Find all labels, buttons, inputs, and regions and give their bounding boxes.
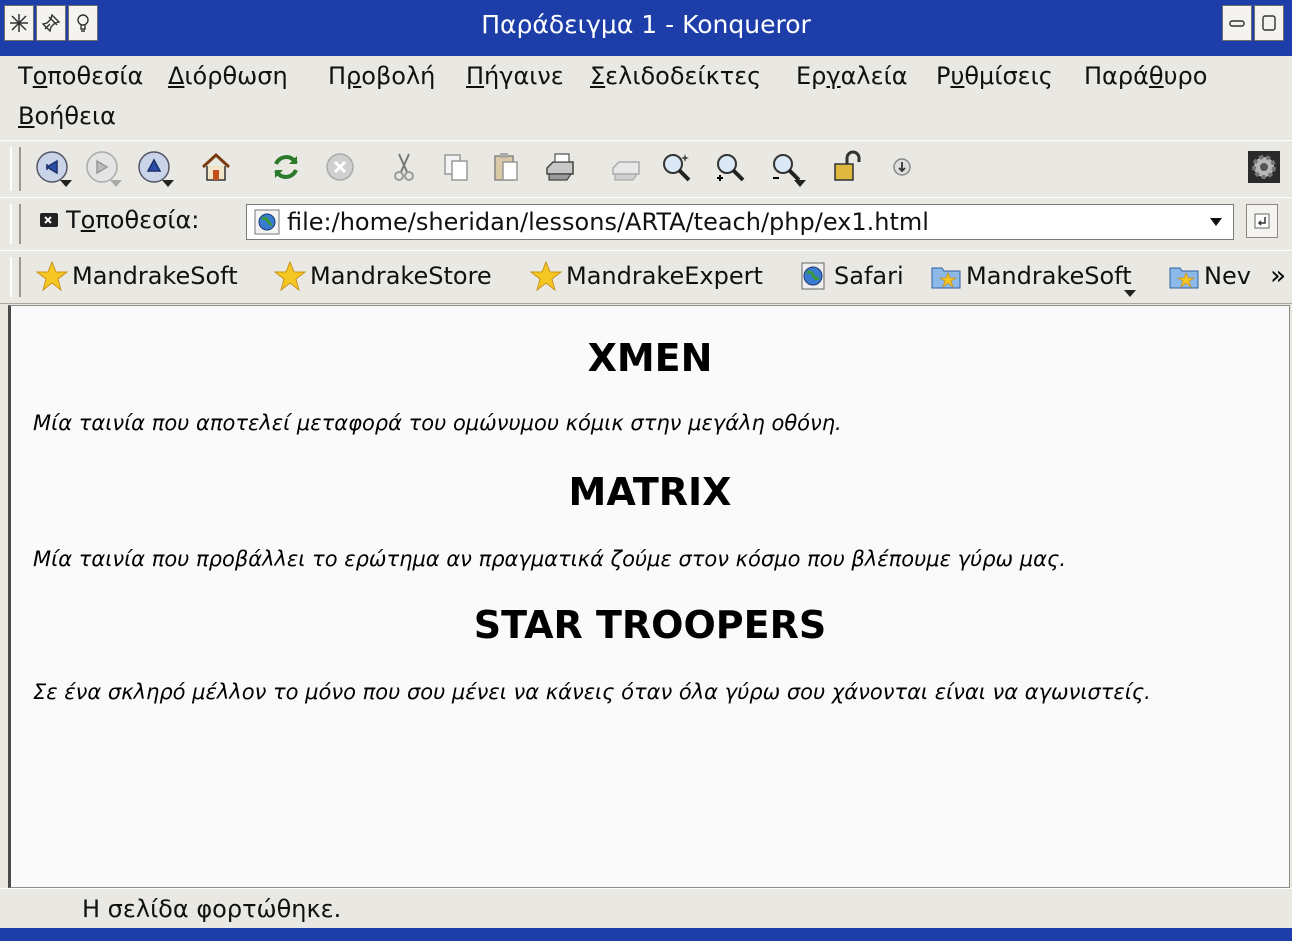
heading-matrix: MATRIX	[568, 470, 732, 514]
paragraph-star-troopers: Σε ένα σκληρό μέλλον το μόνο που σου μέν…	[33, 680, 1151, 704]
forward-button[interactable]	[82, 147, 122, 187]
location-toolbar: Τοποθεσία:	[0, 197, 1292, 251]
bookmark-folder-icon	[931, 267, 961, 289]
reload-button[interactable]	[266, 147, 306, 187]
location-label: Τοποθεσία:	[38, 206, 199, 234]
bookmark-label: Safari	[834, 262, 904, 290]
menu-tools[interactable]: Εργαλεία	[796, 62, 908, 90]
bookmark-item[interactable]: Safari	[798, 257, 904, 295]
url-history-dropdown[interactable]	[1201, 207, 1231, 237]
forward-icon	[86, 151, 118, 183]
bookmark-label: MandrakeSoft	[72, 262, 238, 290]
zoom-in-icon	[717, 154, 745, 182]
menu-edit[interactable]: Διόρθωση	[168, 62, 288, 90]
bookmark-label: MandrakeStore	[310, 262, 492, 290]
star-bookmark-icon	[274, 260, 306, 292]
heading-xmen: XMEN	[587, 336, 713, 380]
window-title: Παράδειγμα 1 - Konqueror	[481, 10, 811, 39]
konqueror-activity-indicator	[1246, 147, 1282, 187]
heading-star-troopers: STAR TROOPERS	[473, 603, 827, 647]
home-icon	[201, 152, 231, 181]
download-button[interactable]	[882, 147, 922, 187]
find-icon	[663, 154, 691, 182]
window-bottom-edge	[0, 928, 1292, 941]
zoom-out-icon	[773, 154, 801, 182]
paste-icon	[494, 153, 518, 181]
print-frame-icon	[612, 161, 640, 181]
folder-dropdown-arrow	[1123, 290, 1136, 297]
bookmarks-overflow-button[interactable]: »	[1270, 261, 1286, 291]
bookmark-folder[interactable]: Nev	[1168, 257, 1254, 295]
security-lock-icon	[834, 150, 861, 181]
star-bookmark-icon	[36, 260, 68, 292]
zoom-out-button[interactable]	[766, 147, 806, 187]
menu-settings[interactable]: Ρυθμίσεις	[936, 62, 1053, 90]
location-grip[interactable]	[10, 204, 21, 244]
cut-icon	[394, 153, 414, 181]
stop-button[interactable]	[320, 147, 360, 187]
status-text: Η σελίδα φορτώθηκε.	[82, 895, 342, 923]
bookmark-folder-icon	[1169, 267, 1199, 289]
menu-bookmarks[interactable]: Σελιδοδείκτες	[590, 62, 761, 90]
menu-window[interactable]: Παράθυρο	[1084, 62, 1207, 90]
minimize-icon	[1229, 20, 1245, 27]
bookmark-item[interactable]: MandrakeSoft	[36, 257, 238, 295]
bookmarks-grip[interactable]	[10, 257, 21, 297]
up-icon	[138, 151, 170, 183]
konqueror-gear-icon	[1248, 151, 1280, 183]
find-button[interactable]	[656, 147, 696, 187]
download-icon	[893, 158, 911, 176]
menu-bar: Τοποθεσία Διόρθωση Προβολή Πήγαινε Σελιδ…	[0, 56, 1292, 138]
status-bar: Η σελίδα φορτώθηκε.	[0, 888, 1292, 929]
zoom-in-button[interactable]	[710, 147, 750, 187]
title-bar[interactable]: Παράδειγμα 1 - Konqueror	[0, 0, 1292, 57]
back-icon	[36, 151, 68, 183]
up-button[interactable]	[134, 147, 174, 187]
home-button[interactable]	[196, 147, 236, 187]
cut-button[interactable]	[384, 147, 424, 187]
go-icon	[1254, 213, 1270, 229]
bookmark-item[interactable]: MandrakeStore	[274, 257, 492, 295]
page-content[interactable]: XMEN Μία ταινία που αποτελεί μεταφορά το…	[8, 305, 1290, 888]
bookmarks-toolbar: MandrakeSoft MandrakeStore MandrakeExper…	[0, 250, 1292, 304]
bookmark-label: MandrakeExpert	[566, 262, 763, 290]
print-frame-button[interactable]	[606, 147, 646, 187]
paragraph-matrix: Μία ταινία που προβάλλει το ερώτημα αν π…	[33, 547, 1066, 571]
paste-button[interactable]	[486, 147, 526, 187]
print-button[interactable]	[540, 147, 580, 187]
print-icon	[546, 153, 574, 181]
clear-location-icon[interactable]	[38, 209, 60, 231]
toolbar-grip[interactable]	[10, 147, 21, 191]
menu-location[interactable]: Τοποθεσία	[18, 62, 143, 90]
security-button[interactable]	[826, 147, 866, 187]
maximize-icon	[1262, 15, 1276, 31]
bookmark-label: Nev	[1204, 262, 1251, 290]
menu-go[interactable]: Πήγαινε	[466, 62, 564, 90]
main-toolbar	[0, 140, 1292, 198]
minimize-button[interactable]	[1222, 5, 1252, 41]
star-bookmark-icon	[530, 260, 562, 292]
bookmark-label: MandrakeSoft	[966, 262, 1132, 290]
go-button[interactable]	[1246, 204, 1278, 238]
location-field[interactable]	[246, 204, 1234, 240]
paragraph-xmen: Μία ταινία που αποτελεί μεταφορά του ομώ…	[33, 411, 842, 435]
bookmark-item[interactable]: MandrakeExpert	[530, 257, 763, 295]
globe-bookmark-icon	[801, 262, 825, 290]
url-input[interactable]	[287, 207, 1187, 237]
reload-icon	[274, 155, 298, 179]
copy-icon	[444, 154, 468, 181]
menu-help[interactable]: Βοήθεια	[18, 102, 116, 130]
back-button[interactable]	[32, 147, 72, 187]
chevron-down-icon	[1210, 218, 1222, 226]
bookmark-folder[interactable]: MandrakeSoft	[930, 257, 1136, 297]
maximize-button[interactable]	[1254, 5, 1284, 41]
page-favicon-icon	[254, 209, 280, 235]
copy-button[interactable]	[436, 147, 476, 187]
stop-icon	[326, 153, 354, 181]
menu-view[interactable]: Προβολή	[328, 62, 435, 90]
